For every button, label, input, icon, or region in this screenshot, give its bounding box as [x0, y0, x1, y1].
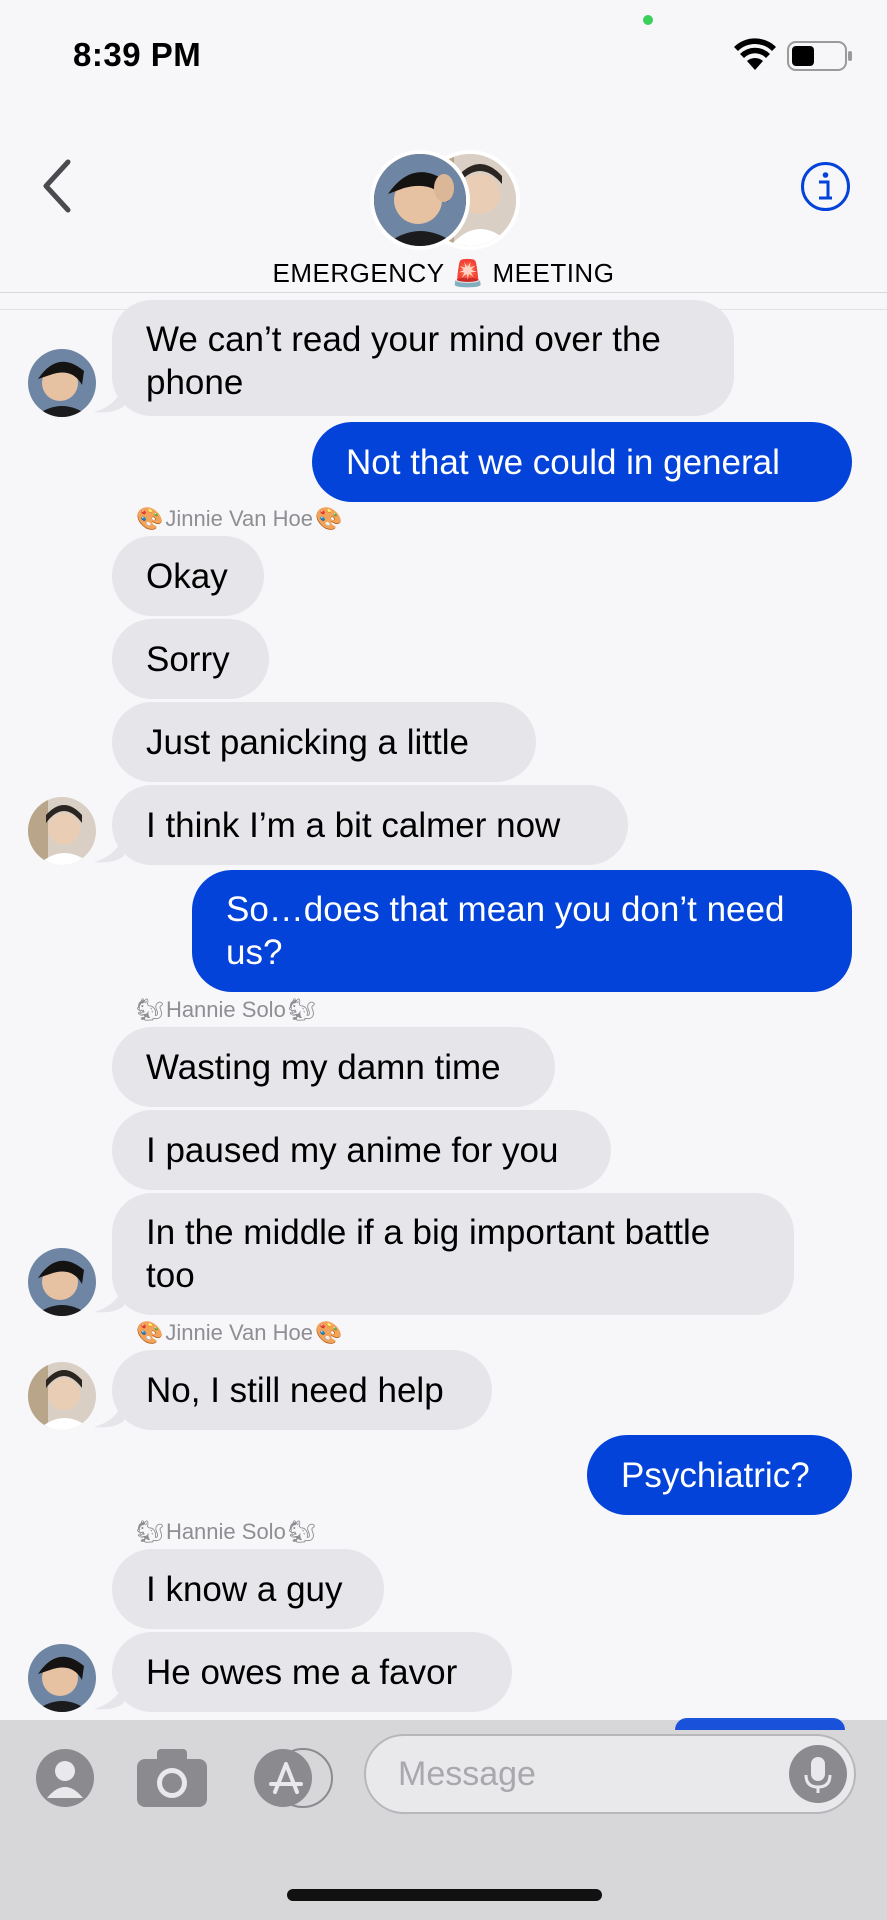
sender-name: 🎨 Jinnie Van Hoe 🎨: [136, 506, 343, 531]
wifi-icon: [734, 38, 776, 70]
avatar: [28, 1248, 96, 1316]
sender-name: 🎨 Jinnie Van Hoe 🎨: [136, 1320, 343, 1345]
sender-name: 🐿 Hannie Solo 🐿: [136, 1519, 316, 1544]
message-bubble[interactable]: In the middle if a big important battle …: [112, 1193, 794, 1315]
battery-icon: [787, 41, 852, 71]
message-bubble[interactable]: So…does that mean you don’t need us?: [192, 870, 852, 992]
message-line: So…does that mean you don’t need: [226, 890, 785, 929]
back-chevron-icon[interactable]: [38, 158, 78, 214]
message-bubble[interactable]: Not that we could in general: [312, 422, 852, 502]
message-line: phone: [146, 363, 244, 402]
bubble-tail: [94, 836, 124, 863]
message-line: too: [146, 1256, 195, 1295]
group-avatars[interactable]: [370, 150, 520, 250]
message-bubble[interactable]: Just panicking a little: [112, 702, 536, 782]
message-bubble[interactable]: He owes me a favor: [112, 1632, 512, 1712]
header-divider: [0, 292, 887, 293]
bubble-tail: [94, 1401, 124, 1428]
info-icon[interactable]: [800, 161, 851, 212]
bubble-tail: [94, 1286, 124, 1313]
message-bubble[interactable]: Psychiatric?: [587, 1435, 852, 1515]
camera-icon[interactable]: [135, 1747, 209, 1809]
message-line: We can’t read your mind over the: [146, 320, 661, 359]
camera-indicator-dot: [643, 15, 653, 25]
message-line: us?: [226, 933, 283, 972]
avatar: [28, 1644, 96, 1712]
bubble-tail: [94, 386, 124, 413]
message-input[interactable]: Message: [364, 1734, 856, 1814]
message-bubble[interactable]: I paused my anime for you: [112, 1110, 611, 1190]
sender-name: 🐿 Hannie Solo 🐿: [136, 997, 316, 1022]
microphone-icon: [804, 1757, 832, 1793]
message-line: In the middle if a big important battle: [146, 1213, 711, 1252]
status-time: 8:39 PM: [73, 36, 202, 73]
message-bubble[interactable]: Wasting my damn time: [112, 1027, 555, 1107]
message-bubble[interactable]: I think I’m a bit calmer now: [112, 785, 628, 865]
chat-title[interactable]: EMERGENCY 🚨 MEETING: [0, 258, 887, 289]
message-bubble[interactable]: I know a guy: [112, 1549, 384, 1629]
group-avatar-1: [370, 150, 470, 250]
microphone-button[interactable]: [789, 1745, 847, 1803]
message-bubble[interactable]: Sorry: [112, 619, 269, 699]
message-bubble[interactable]: No, I still need help: [112, 1350, 492, 1430]
avatar: [28, 797, 96, 865]
message-bubble[interactable]: Okay: [112, 536, 264, 616]
partial-outgoing-bubble: [675, 1718, 845, 1730]
avatar: [28, 349, 96, 417]
message-bubble[interactable]: We can’t read your mind over the phone: [112, 300, 734, 416]
bubble-tail: [94, 1683, 124, 1710]
avatar: [28, 1362, 96, 1430]
app-store-icon[interactable]: [253, 1748, 333, 1808]
home-indicator[interactable]: [287, 1889, 602, 1901]
contact-icon[interactable]: [35, 1748, 95, 1808]
